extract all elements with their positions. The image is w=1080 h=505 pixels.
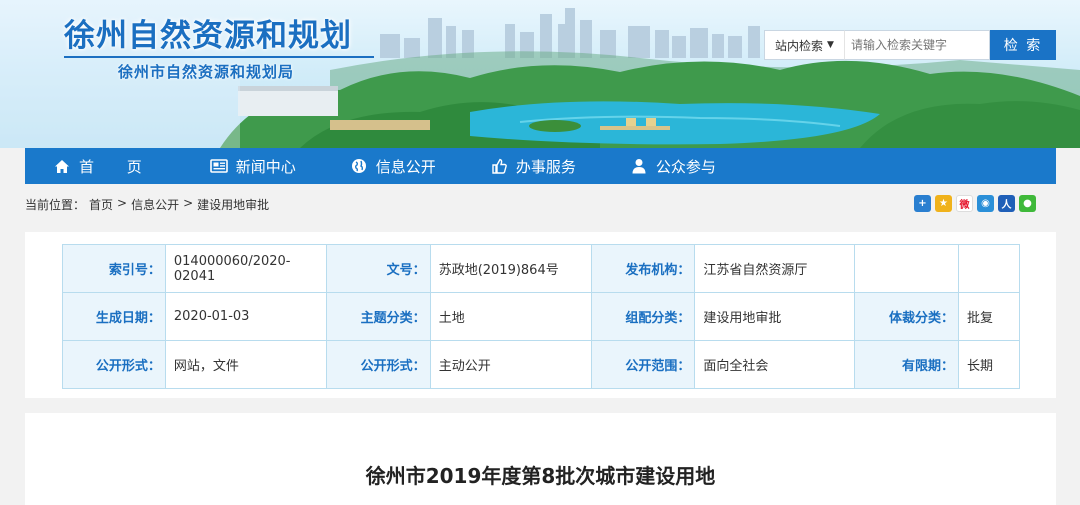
meta-value: 批复 — [958, 292, 1020, 341]
nav-item-info-disclosure[interactable]: 信息公开 — [350, 156, 436, 177]
meta-value: 建设用地审批 — [694, 292, 856, 341]
meta-value: 主动公开 — [429, 340, 592, 389]
meta-key: 生成日期： — [62, 292, 166, 341]
breadcrumb: 当前位置： 首页 > 信息公开 > 建设用地审批 — [25, 196, 269, 213]
breadcrumb-link-info[interactable]: 信息公开 — [131, 196, 179, 213]
plus-share-icon[interactable]: + — [914, 195, 931, 212]
meta-value: 2020-01-03 — [164, 292, 327, 341]
main-nav: 首 页 新闻中心 信息公开 办事服务 公众参与 — [25, 148, 1056, 184]
share-bar: + ★ 微 ◉ 人 ● — [914, 195, 1036, 212]
qzone-icon[interactable]: ★ — [935, 195, 952, 212]
meta-key: 公开形式： — [325, 340, 431, 389]
nav-item-label: 办事服务 — [515, 157, 576, 176]
meta-key: 体裁分类： — [854, 292, 960, 341]
breadcrumb-prefix: 当前位置： — [25, 198, 86, 212]
wechat-icon[interactable]: ● — [1019, 195, 1036, 212]
nav-item-label: 公众参与 — [655, 157, 716, 176]
meta-key: 主题分类： — [325, 292, 431, 341]
document-meta-table: 索引号： 014000060/2020-02041 文号： 苏政地(2019)8… — [62, 244, 1020, 389]
thumbs-up-icon — [490, 157, 508, 175]
search-scope-dropdown[interactable]: 站内检索 ▼ — [764, 30, 844, 60]
meta-key: 有限期： — [854, 340, 960, 389]
caret-down-icon: ▼ — [827, 40, 834, 50]
meta-key: 公开形式： — [62, 340, 166, 389]
table-row: 公开形式： 网站，文件 公开形式： 主动公开 公开范围： 面向全社会 有限期： … — [62, 340, 1020, 389]
meta-key: 组配分类： — [590, 292, 696, 341]
meta-value: 土地 — [429, 292, 592, 341]
meta-empty-cell — [958, 244, 1020, 293]
breadcrumb-separator: > — [183, 196, 194, 210]
breadcrumb-separator: > — [117, 196, 128, 210]
meta-key: 发布机构： — [590, 244, 696, 293]
weibo-icon[interactable]: 微 — [956, 195, 973, 212]
site-subtitle: 徐州市自然资源和规划局 — [118, 63, 295, 81]
tencent-weibo-icon[interactable]: ◉ — [977, 195, 994, 212]
user-icon — [630, 157, 648, 175]
title-divider — [64, 56, 374, 58]
nav-item-public-participation[interactable]: 公众参与 — [630, 156, 716, 177]
search-button[interactable]: 检 索 — [990, 30, 1056, 60]
nav-item-news[interactable]: 新闻中心 — [209, 156, 296, 177]
document-info-card: 索引号： 014000060/2020-02041 文号： 苏政地(2019)8… — [25, 232, 1056, 398]
meta-value: 014000060/2020-02041 — [164, 244, 327, 293]
search-scope-label: 站内检索 — [775, 38, 824, 53]
globe-icon — [350, 157, 368, 175]
site-title: 徐州自然资源和规划 — [64, 18, 352, 54]
meta-empty-cell — [854, 244, 960, 293]
meta-value: 网站，文件 — [164, 340, 327, 389]
header-banner: 徐州自然资源和规划 徐州市自然资源和规划局 站内检索 ▼ 检 索 — [0, 0, 1080, 148]
nav-item-services[interactable]: 办事服务 — [490, 156, 576, 177]
article-title: 徐州市2019年度第8批次城市建设用地 — [365, 464, 716, 488]
site-search: 站内检索 ▼ 检 索 — [764, 30, 1056, 60]
home-icon — [53, 157, 71, 175]
nav-item-label: 新闻中心 — [235, 157, 296, 176]
meta-value: 面向全社会 — [694, 340, 856, 389]
meta-key: 公开范围： — [590, 340, 696, 389]
table-row: 索引号： 014000060/2020-02041 文号： 苏政地(2019)8… — [62, 244, 1020, 293]
search-input[interactable] — [844, 30, 990, 60]
meta-value: 苏政地(2019)864号 — [429, 244, 592, 293]
newspaper-icon — [209, 157, 228, 175]
meta-value: 江苏省自然资源厅 — [694, 244, 856, 293]
nav-item-label: 首 页 — [79, 157, 156, 176]
article-body: 徐州市2019年度第8批次城市建设用地 — [25, 413, 1056, 505]
nav-item-label: 信息公开 — [375, 157, 436, 176]
table-row: 生成日期： 2020-01-03 主题分类： 土地 组配分类： 建设用地审批 体… — [62, 292, 1020, 341]
nav-item-home[interactable]: 首 页 — [53, 156, 156, 177]
breadcrumb-link-home[interactable]: 首页 — [89, 196, 113, 213]
meta-key: 文号： — [325, 244, 431, 293]
breadcrumb-current[interactable]: 建设用地审批 — [197, 196, 269, 213]
meta-key: 索引号： — [62, 244, 166, 293]
meta-value: 长期 — [958, 340, 1020, 389]
renren-icon[interactable]: 人 — [998, 195, 1015, 212]
